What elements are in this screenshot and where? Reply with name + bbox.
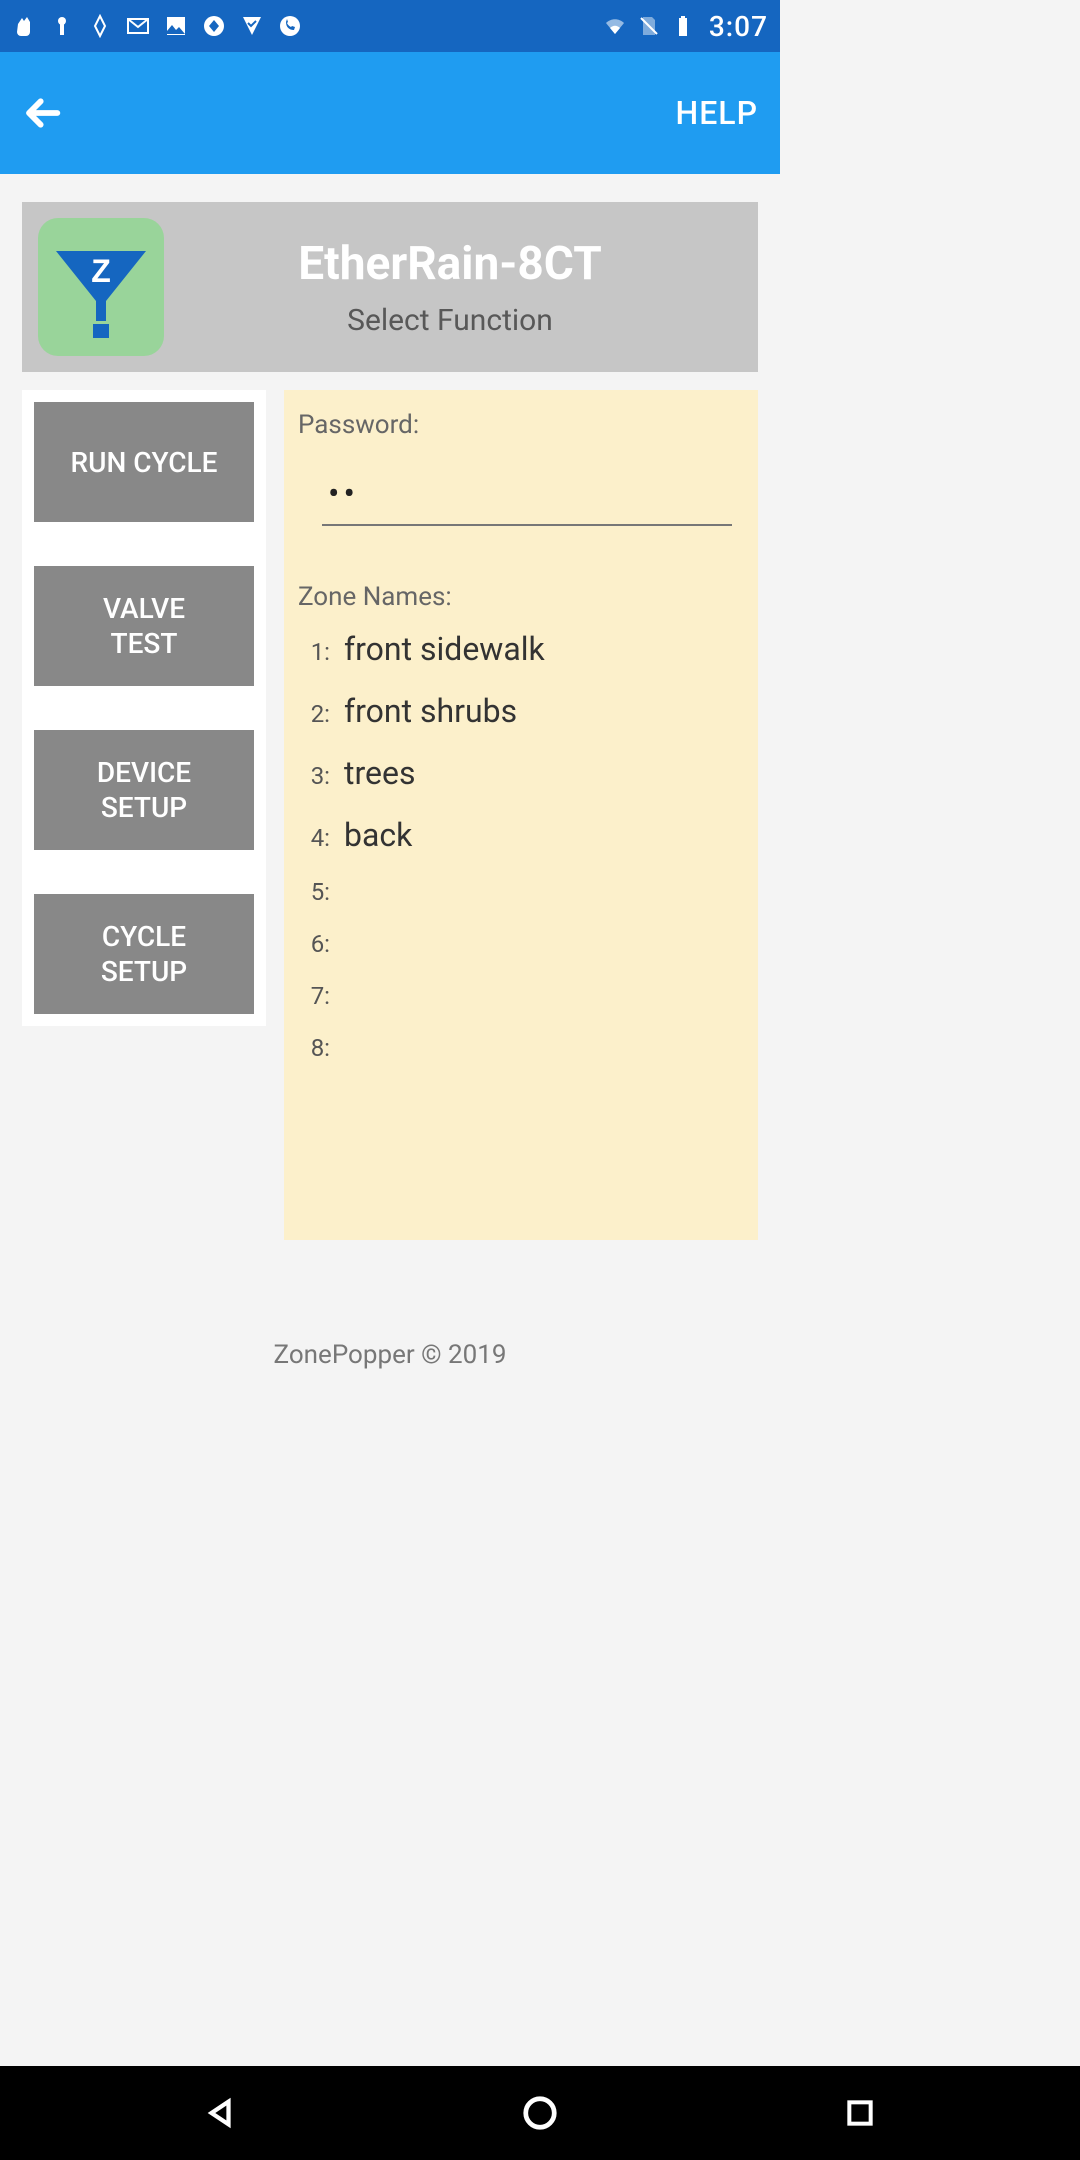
zone-number: 3: xyxy=(306,762,330,790)
zone-row: 5: xyxy=(306,878,738,906)
triangle-back-icon xyxy=(203,2096,237,2130)
wifi-icon xyxy=(603,14,627,38)
android-nav-bar xyxy=(0,2066,1080,2160)
sidebar: RUN CYCLE VALVE TEST DEVICE SETUP CYCLE … xyxy=(22,390,266,1026)
no-sim-icon xyxy=(637,14,661,38)
device-subtitle: Select Function xyxy=(188,303,712,338)
zone-name[interactable]: front shrubs xyxy=(344,692,517,730)
zone-row: 7: xyxy=(306,982,738,1010)
mail-icon xyxy=(126,14,150,38)
back-button[interactable] xyxy=(22,91,66,135)
circle-home-icon xyxy=(521,2094,559,2132)
clap-icon xyxy=(12,14,36,38)
zone-row: 3: trees xyxy=(306,754,738,792)
zone-number: 7: xyxy=(306,982,330,1010)
content-row: RUN CYCLE VALVE TEST DEVICE SETUP CYCLE … xyxy=(22,390,758,1240)
svg-text:Z: Z xyxy=(91,253,111,289)
device-setup-button[interactable]: DEVICE SETUP xyxy=(34,730,254,850)
status-bar: 3:07 xyxy=(0,0,780,52)
zone-number: 4: xyxy=(306,824,330,852)
footer-text: ZonePopper © 2019 xyxy=(22,1340,758,1370)
arrow-left-icon xyxy=(24,93,64,133)
compass-icon xyxy=(88,14,112,38)
nav-recent-button[interactable] xyxy=(838,2091,882,2135)
app-logo: Z xyxy=(38,218,164,356)
run-cycle-button[interactable]: RUN CYCLE xyxy=(34,402,254,522)
zone-row: 4: back xyxy=(306,816,738,854)
help-link[interactable]: HELP xyxy=(676,94,758,132)
page-content: Z EtherRain-8CT Select Function RUN CYCL… xyxy=(0,174,780,1370)
zone-number: 2: xyxy=(306,700,330,728)
device-title: EtherRain-8CT xyxy=(188,237,712,291)
phone-icon xyxy=(278,14,302,38)
detail-panel: Password: Zone Names: 1: front sidewalk … xyxy=(284,390,758,1240)
check-icon xyxy=(240,14,264,38)
password-label: Password: xyxy=(298,410,738,440)
zone-row: 6: xyxy=(306,930,738,958)
zone-number: 6: xyxy=(306,930,330,958)
zone-number: 1: xyxy=(306,638,330,666)
password-input[interactable] xyxy=(322,468,732,526)
status-left-icons xyxy=(12,14,302,38)
device-titles: EtherRain-8CT Select Function xyxy=(188,237,742,338)
key-icon xyxy=(50,14,74,38)
zone-name[interactable]: trees xyxy=(344,754,415,792)
app-bar: HELP xyxy=(0,52,780,174)
nav-back-button[interactable] xyxy=(198,2091,242,2135)
status-clock: 3:07 xyxy=(709,10,768,43)
nav-home-button[interactable] xyxy=(518,2091,562,2135)
zone-name[interactable]: back xyxy=(344,816,412,854)
image-icon xyxy=(164,14,188,38)
zone-number: 5: xyxy=(306,878,330,906)
diamond-icon xyxy=(202,14,226,38)
zonepopper-logo-icon: Z xyxy=(51,246,151,346)
device-header: Z EtherRain-8CT Select Function xyxy=(22,202,758,372)
zone-row: 2: front shrubs xyxy=(306,692,738,730)
zones-label: Zone Names: xyxy=(298,582,738,612)
zone-row: 8: xyxy=(306,1034,738,1062)
valve-test-button[interactable]: VALVE TEST xyxy=(34,566,254,686)
status-right-icons: 3:07 xyxy=(603,10,768,43)
zone-name[interactable]: front sidewalk xyxy=(344,630,545,668)
zone-number: 8: xyxy=(306,1034,330,1062)
square-recent-icon xyxy=(844,2097,876,2129)
cycle-setup-button[interactable]: CYCLE SETUP xyxy=(34,894,254,1014)
zone-row: 1: front sidewalk xyxy=(306,630,738,668)
battery-icon xyxy=(671,14,695,38)
